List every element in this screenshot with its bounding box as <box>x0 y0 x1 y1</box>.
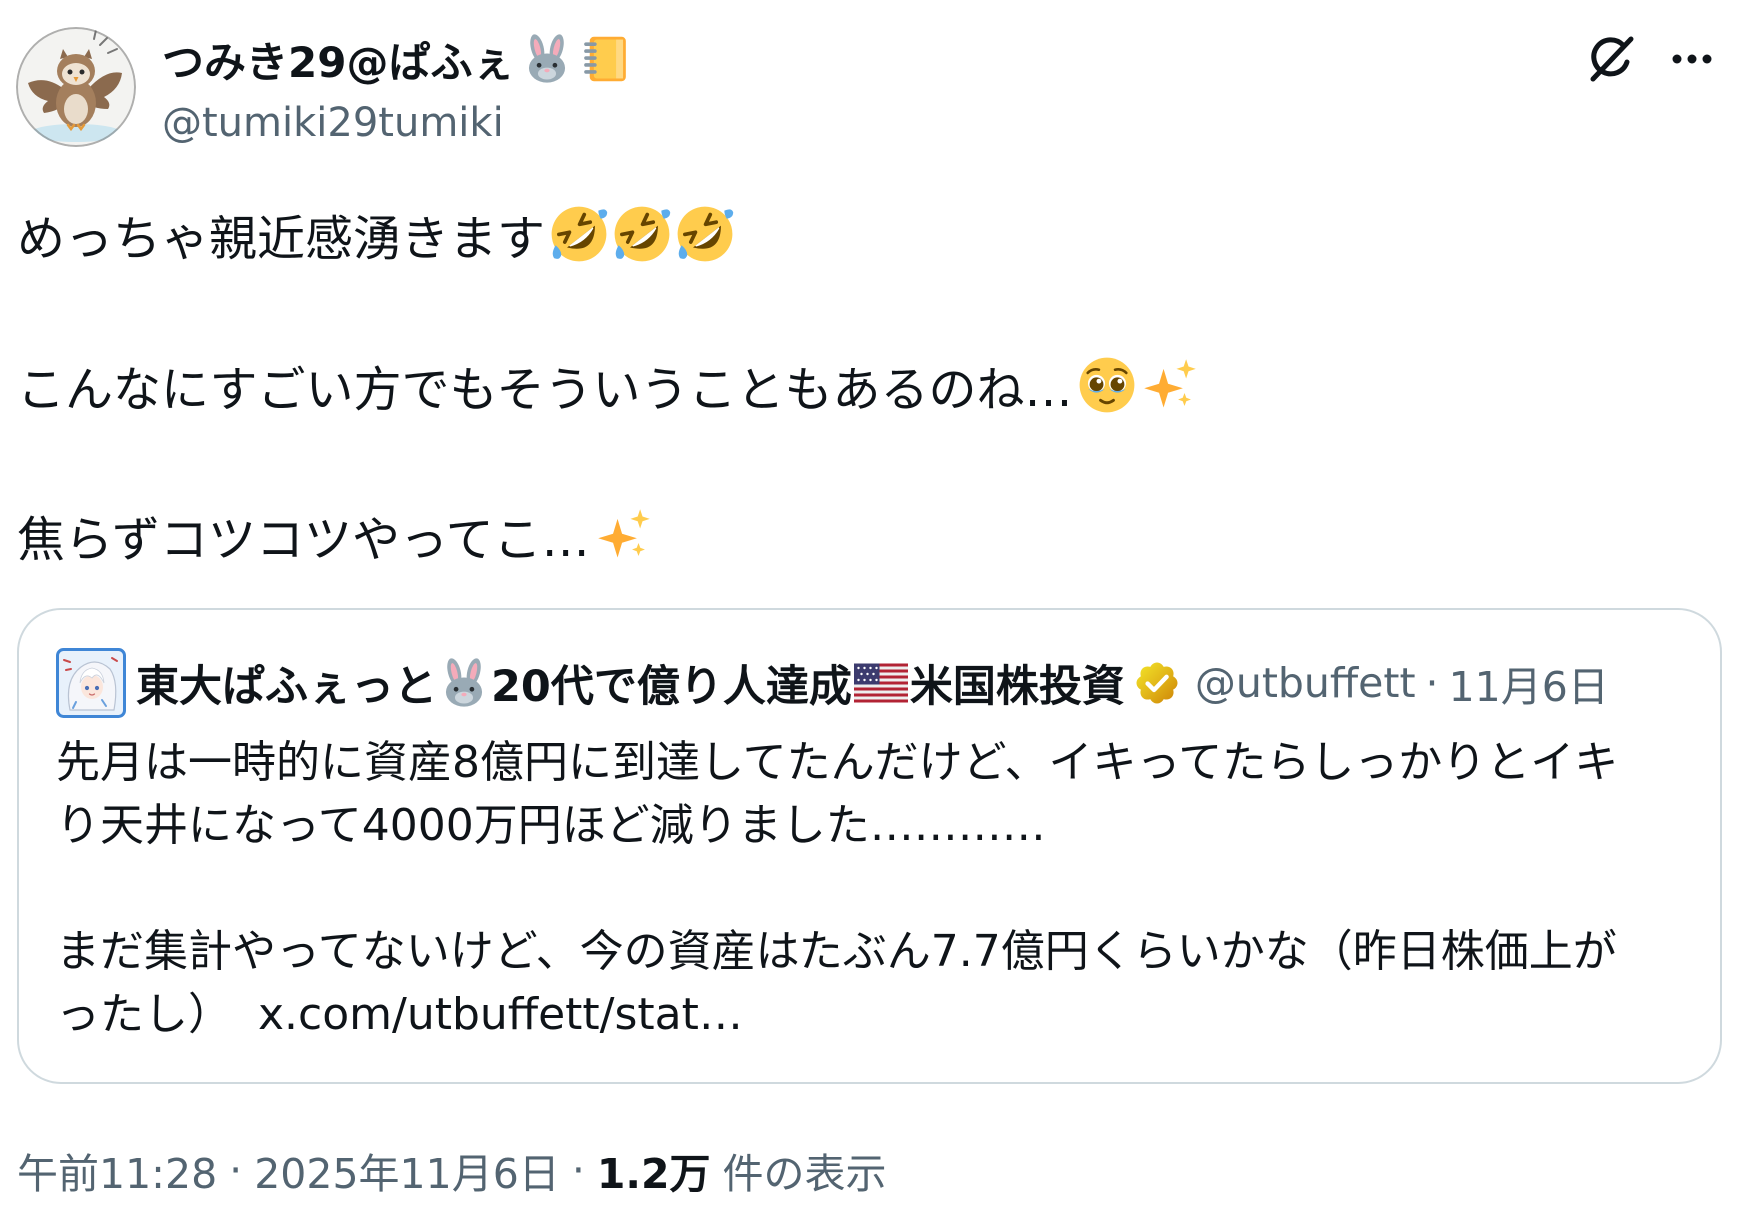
grok-icon <box>1590 36 1634 82</box>
quoted-post-link[interactable]: x.com/utbuffett/stat… <box>258 983 743 1046</box>
views-count: 1.2万 <box>596 1150 711 1198</box>
quoted-post-text-line: まだ集計やってないけど、今の資産はたぶん7.7億円くらいかな（昨日株価上が <box>56 926 1617 977</box>
more-options-button[interactable] <box>1664 32 1720 86</box>
flag-united-states-emoji-icon <box>854 663 908 703</box>
rolling-on-the-floor-laughing-emoji-icon <box>613 205 671 263</box>
rabbit-face-emoji-icon <box>439 658 489 708</box>
quoted-author-handle: @utbuffett <box>1194 659 1416 707</box>
quoted-post-paragraph: まだ集計やってないけど、今の資産はたぶん7.7億円くらいかな（昨日株価上が った… <box>56 920 1696 1046</box>
rolling-on-the-floor-laughing-emoji-icon <box>550 205 608 263</box>
post-text: 焦らずコツコツやってこ… <box>17 512 590 568</box>
quoted-post-header: 東大ぱふぇっと 20代で億り人達成 米国株投資 @utbuffett · 11月… <box>56 644 1696 722</box>
quoted-post-text-line: 先月は一時的に資産8億円に到達してたんだけど、イキってたらしっかりとイキ <box>56 737 1619 788</box>
quoted-author-name-part: 東大ぱふぇっと <box>136 662 437 712</box>
quoted-post-meta: @utbuffett · 11月6日 <box>1195 653 1609 713</box>
ledger-emoji-icon <box>580 34 630 84</box>
face-holding-back-tears-emoji-icon <box>1078 356 1136 414</box>
owl-avatar-icon <box>16 27 136 147</box>
views-label: 件の表示 <box>722 1150 887 1198</box>
quoted-author-name: 東大ぱふぇっと 20代で億り人達成 米国株投資 <box>136 652 1125 714</box>
meta-separator: · <box>229 1146 243 1194</box>
quoted-post-text: ったし） <box>56 989 232 1040</box>
author-name-row[interactable]: つみき29@ぱふぇ <box>162 30 630 88</box>
meta-separator: · <box>1425 659 1439 707</box>
author-display-name[interactable]: つみき29@ぱふぇ <box>162 29 514 90</box>
post-date[interactable]: 2025年11月6日 <box>254 1140 560 1200</box>
rabbit-face-emoji-icon <box>522 34 572 84</box>
meta-separator: · <box>571 1146 585 1194</box>
author-avatar[interactable] <box>16 27 136 147</box>
quoted-author-name-part: 米国株投資 <box>909 662 1125 712</box>
sparkles-emoji-icon <box>1141 356 1199 414</box>
grok-button[interactable] <box>1582 30 1640 88</box>
gold-verified-badge-icon <box>1133 659 1181 707</box>
post-text-line: 焦らずコツコツやってこ… <box>17 502 653 568</box>
post-time[interactable]: 午前11:28 <box>17 1140 217 1200</box>
post-text-line: めっちゃ親近感湧きます <box>17 201 734 267</box>
post-text: こんなにすごい方でもそういうこともあるのね… <box>17 362 1073 418</box>
quoted-post-card[interactable]: 東大ぱふぇっと 20代で億り人達成 米国株投資 @utbuffett · 11月… <box>17 608 1722 1084</box>
more-icon <box>1672 54 1712 64</box>
quoted-post-paragraph: 先月は一時的に資産8億円に到達してたんだけど、イキってたらしっかりとイキ り天井… <box>56 731 1696 857</box>
post-meta-row: 午前11:28 · 2025年11月6日 · 1.2万 件の表示 <box>17 1142 887 1198</box>
post-text: めっちゃ親近感湧きます <box>17 211 546 267</box>
anime-character-avatar-icon <box>56 648 126 718</box>
quoted-post-text-line: ったし） x.com/utbuffett/stat… <box>56 983 1696 1046</box>
quoted-post-text-line: り天井になって4000万円ほど減りました………… <box>56 800 1046 851</box>
post-text-line: こんなにすごい方でもそういうこともあるのね… <box>17 352 1199 418</box>
author-handle[interactable]: @tumiki29tumiki <box>162 96 504 150</box>
sparkles-emoji-icon <box>595 506 653 564</box>
quoted-author-avatar[interactable] <box>56 648 126 718</box>
quoted-post-date: 11月6日 <box>1448 663 1609 711</box>
quoted-author-name-part: 20代で億り人達成 <box>491 662 852 712</box>
rolling-on-the-floor-laughing-emoji-icon <box>676 205 734 263</box>
